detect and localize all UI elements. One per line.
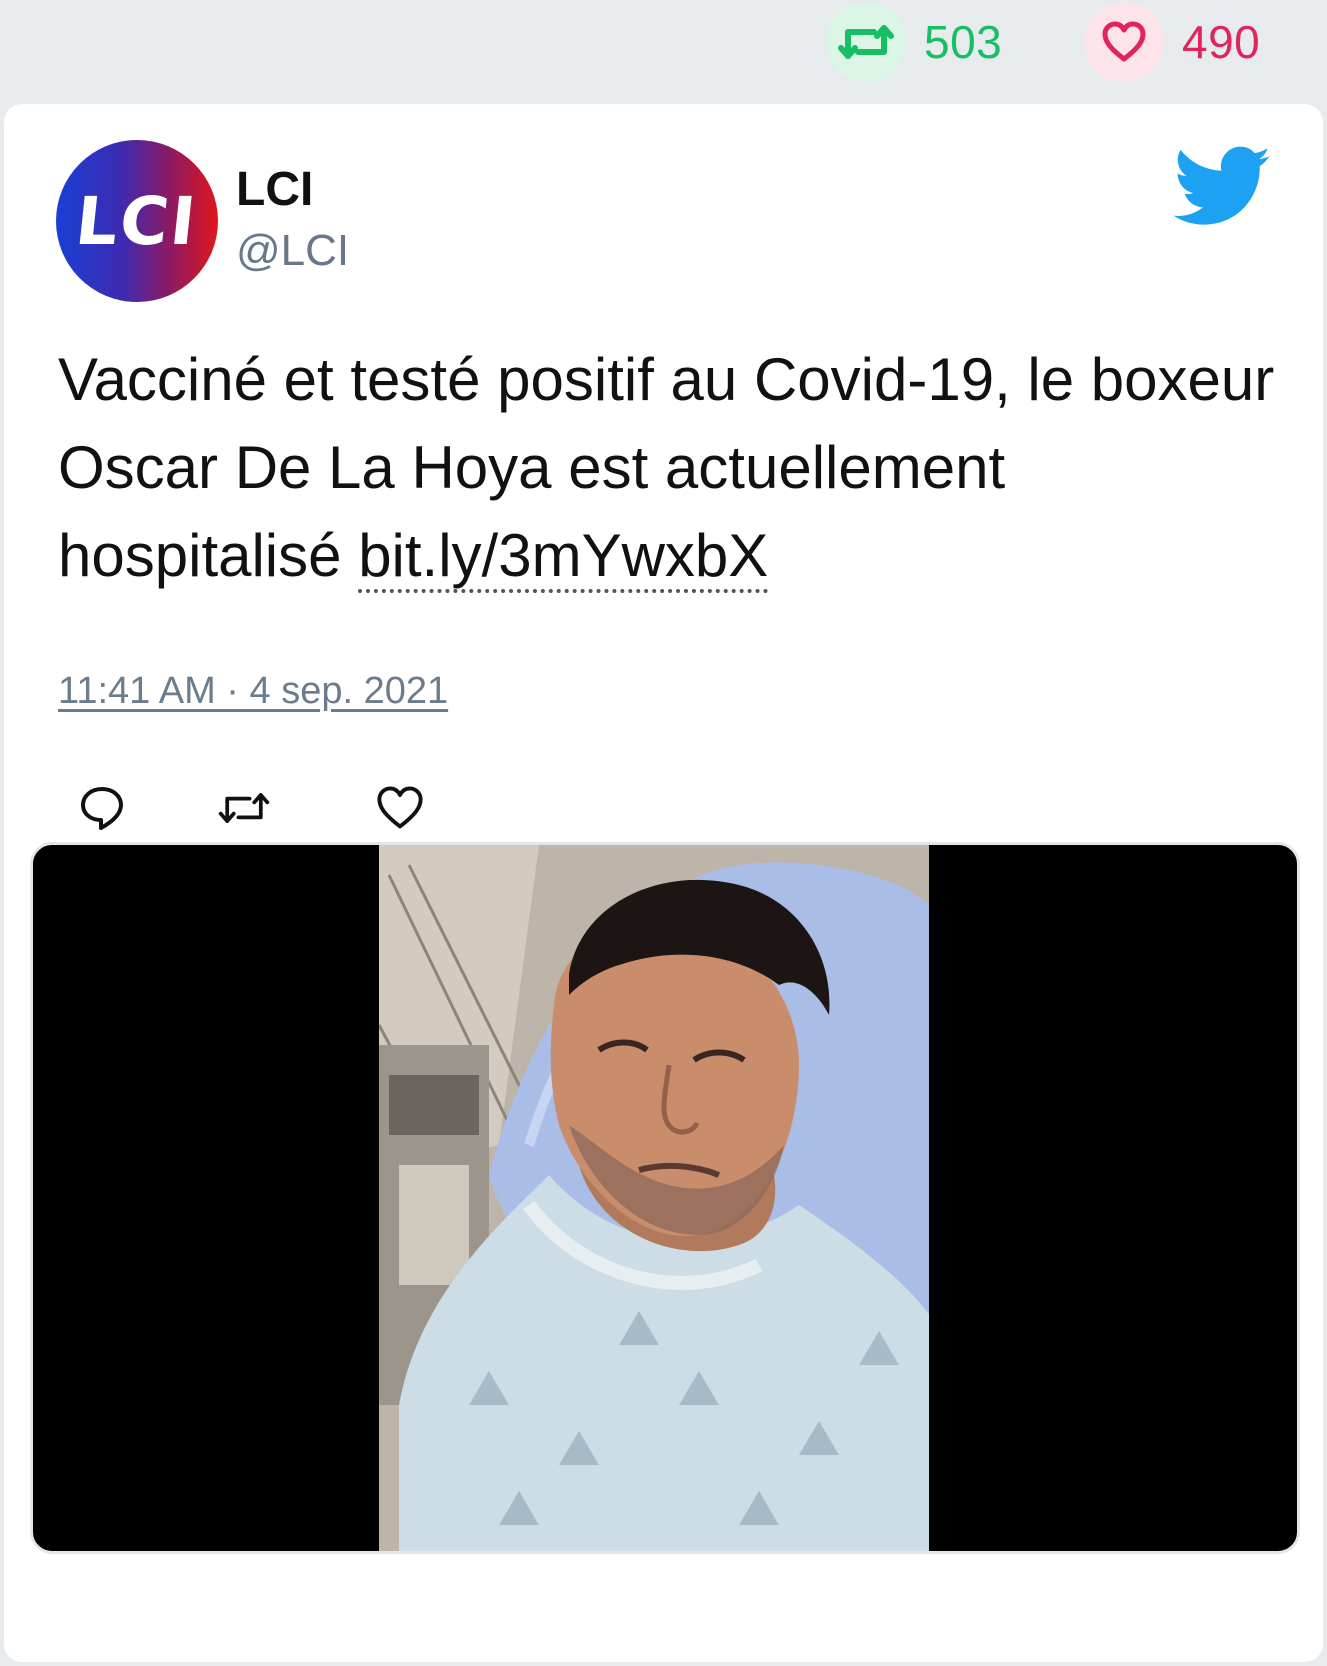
avatar[interactable]: LCI xyxy=(56,140,218,302)
like-button[interactable] xyxy=(372,780,428,836)
like-count: 490 xyxy=(1182,16,1261,68)
tweet-stats-bar: 503 490 xyxy=(0,0,1327,100)
retweet-icon[interactable] xyxy=(826,2,906,82)
retweet-count-stat[interactable]: 503 xyxy=(826,0,1002,84)
like-count-stat[interactable]: 490 xyxy=(1084,0,1260,84)
tweet-text: Vacciné et testé positif au Covid-19, le… xyxy=(58,336,1278,600)
retweet-icon xyxy=(218,793,270,823)
reply-button[interactable] xyxy=(74,780,130,836)
twitter-bird-icon[interactable] xyxy=(1174,146,1272,228)
video-player[interactable] xyxy=(30,842,1300,1554)
tweet-timestamp[interactable]: 11:41 AM · 4 sep. 2021 xyxy=(58,670,448,713)
retweet-count: 503 xyxy=(924,16,1003,68)
avatar-logo-text: LCI xyxy=(72,182,202,260)
retweet-button[interactable] xyxy=(216,780,272,836)
tweet-link[interactable]: bit.ly/3mYwxbX xyxy=(358,522,769,593)
display-name[interactable]: LCI xyxy=(236,162,313,217)
reply-icon xyxy=(81,787,123,830)
heart-icon[interactable] xyxy=(1084,2,1164,82)
tweet-card: LCI LCI @LCI Vacciné et testé positif au… xyxy=(4,104,1323,1662)
like-icon xyxy=(377,786,423,829)
video-frame xyxy=(379,845,929,1551)
user-handle[interactable]: @LCI xyxy=(236,226,349,276)
